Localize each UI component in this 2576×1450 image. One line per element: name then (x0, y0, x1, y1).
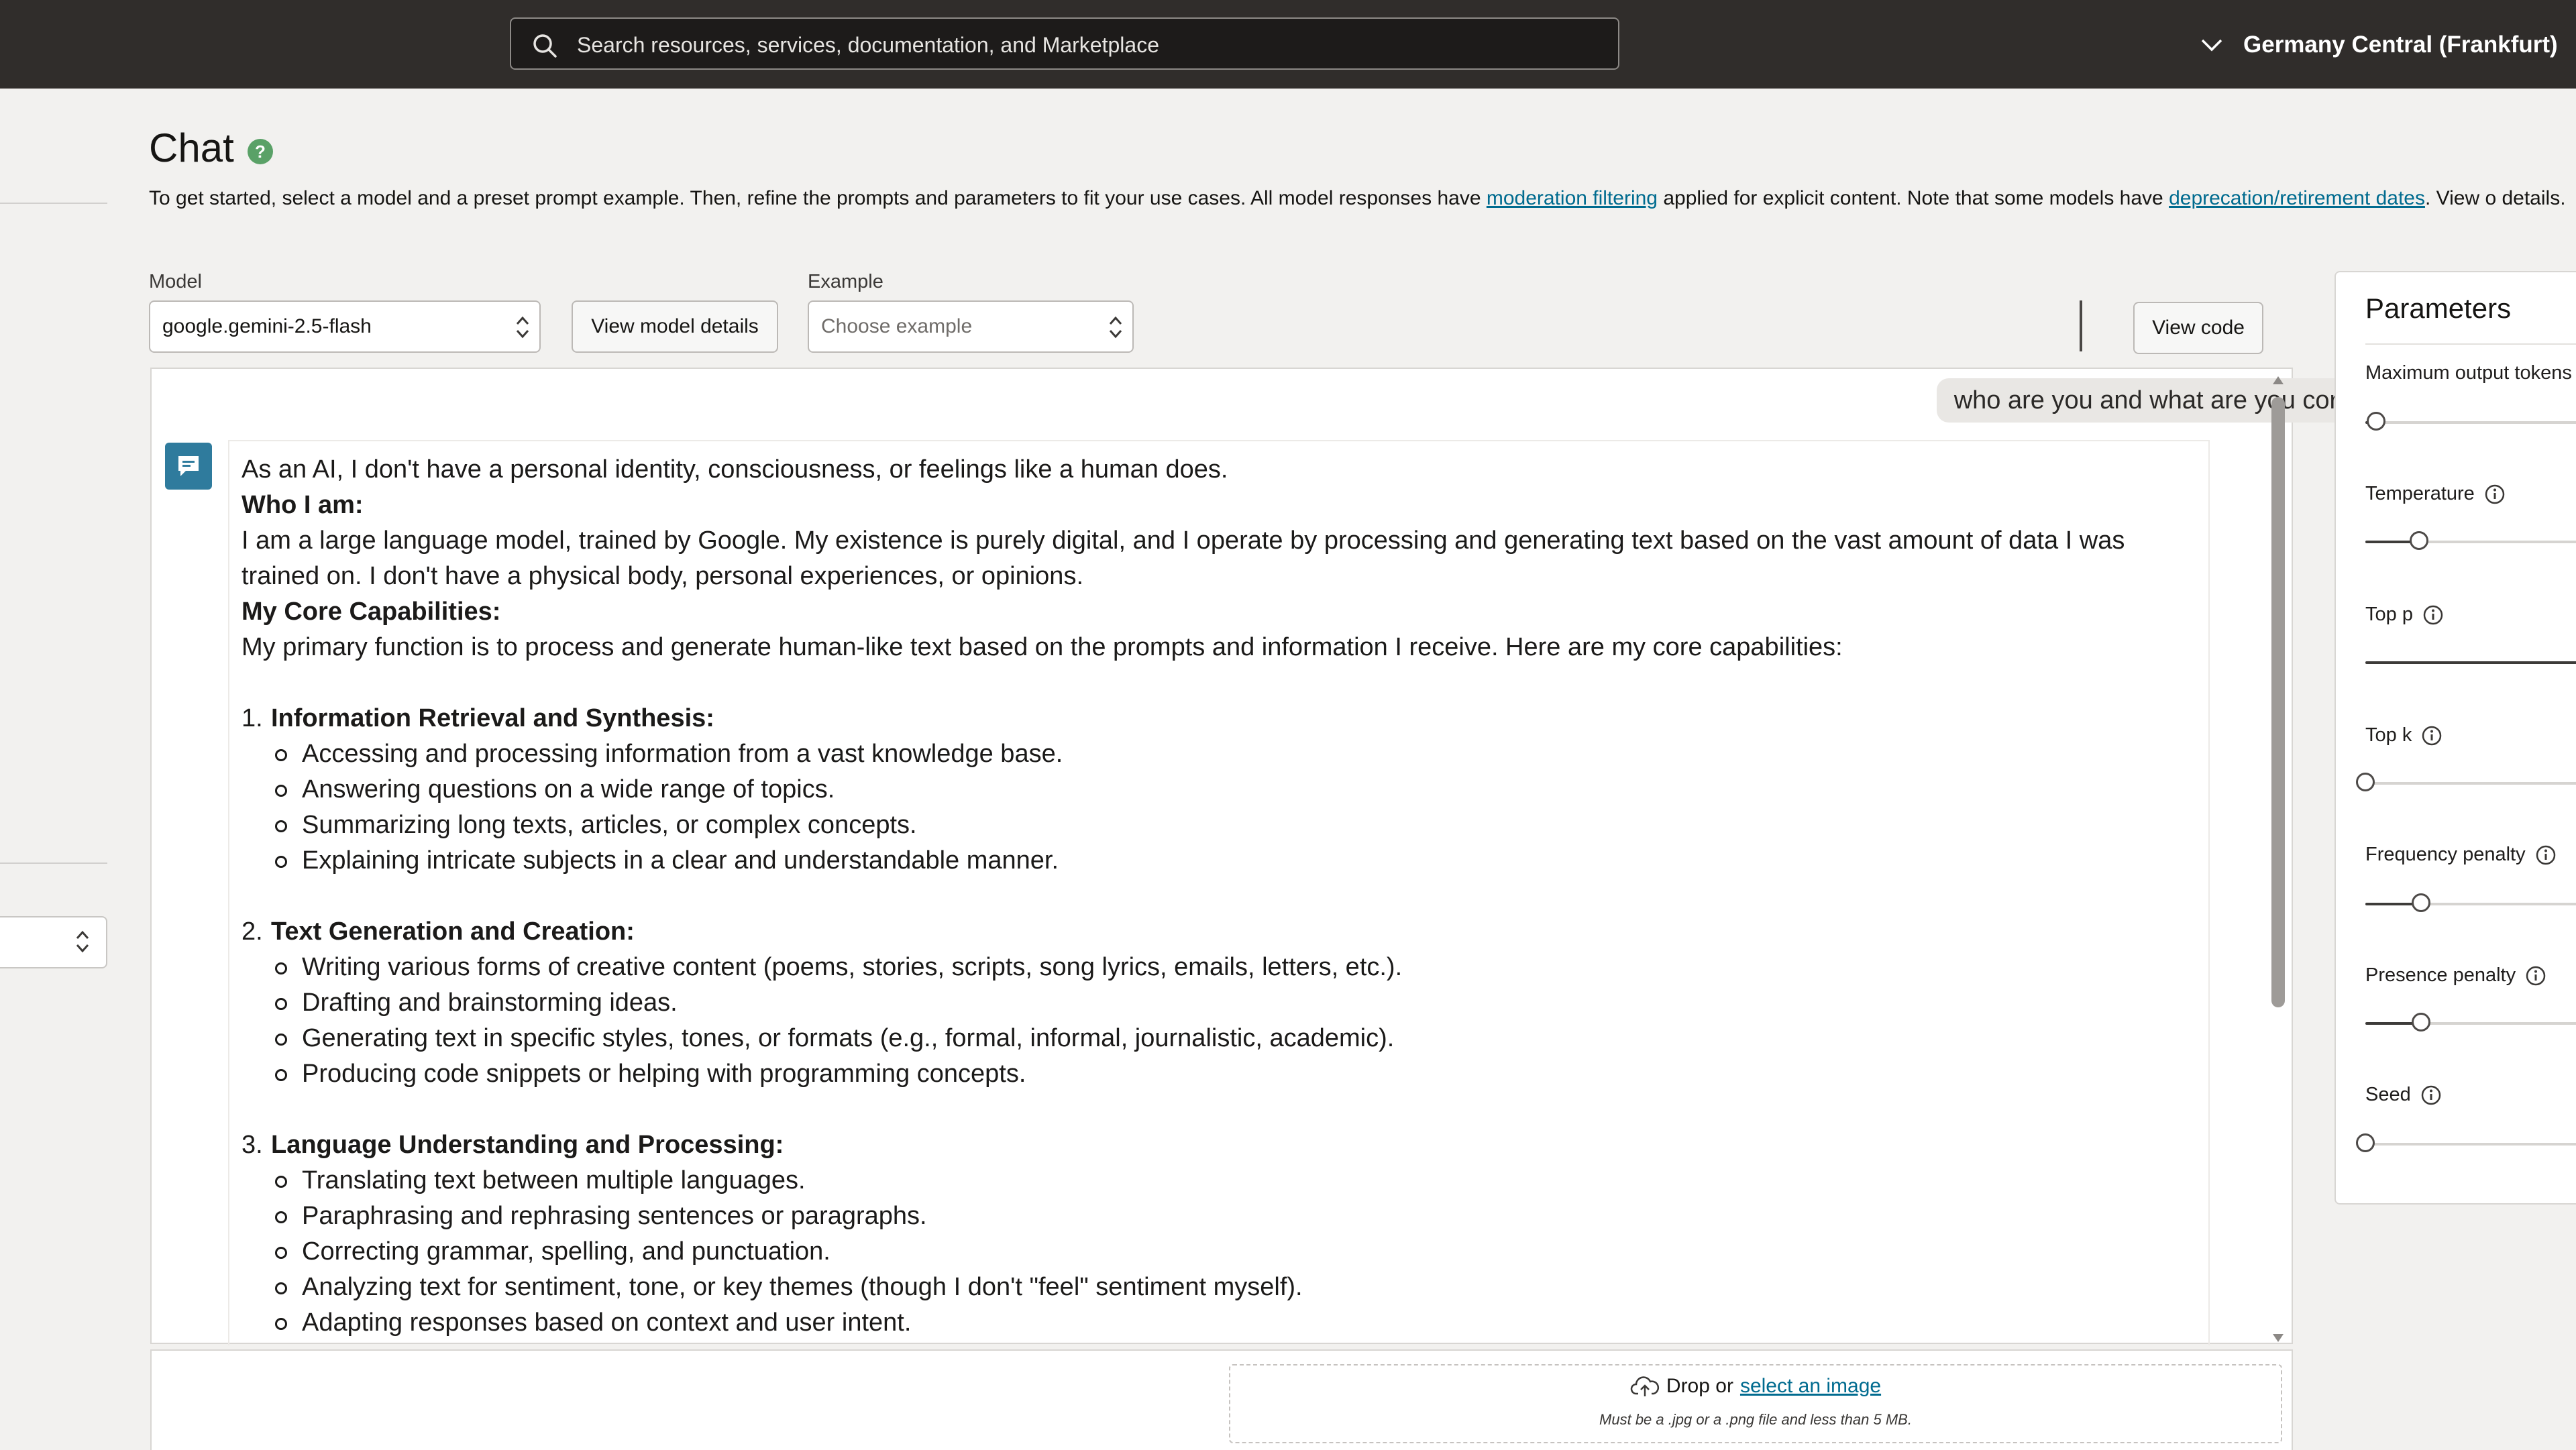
upload-note: Must be a .jpg or a .png file and less t… (1599, 1411, 1912, 1428)
info-icon[interactable] (2484, 484, 2506, 505)
param-label-presence-penalty: Presence penalty (2365, 964, 2546, 987)
slider-thumb[interactable] (2367, 412, 2385, 431)
cloud-upload-icon (1630, 1376, 1659, 1396)
search-input[interactable]: Search resources, services, documentatio… (510, 17, 1619, 70)
who-heading: Who I am: (241, 491, 364, 519)
list-item: Writing various forms of creative conten… (274, 950, 2196, 985)
scroll-down-arrow[interactable] (2271, 1332, 2285, 1344)
temperature-slider[interactable] (2365, 531, 2576, 550)
list-item: Analyzing text for sentiment, tone, or k… (274, 1270, 2196, 1305)
up-down-icon (1109, 316, 1122, 339)
model-value: google.gemini-2.5-flash (162, 315, 372, 337)
moderation-filtering-link[interactable]: moderation filtering (1487, 187, 1658, 209)
chat-bubble-icon (178, 456, 199, 476)
section-heading: 1. Information Retrieval and Synthesis: (241, 704, 714, 732)
section-heading: 2. Text Generation and Creation: (241, 917, 635, 946)
list-item: Accessing and processing information fro… (274, 736, 2196, 772)
presence-penalty-slider[interactable] (2365, 1013, 2576, 1031)
toolbar-divider (2080, 300, 2082, 351)
param-label-top-k: Top k (2365, 724, 2443, 746)
top-p-slider[interactable] (2365, 661, 2576, 664)
drop-text: Drop or (1666, 1375, 1733, 1397)
param-label-seed: Seed (2365, 1084, 2442, 1106)
model-select[interactable]: google.gemini-2.5-flash (149, 300, 541, 353)
list-item: Translating text between multiple langua… (274, 1163, 2196, 1198)
list-item: Explaining intricate subjects in a clear… (274, 843, 2196, 879)
region-selector[interactable]: Germany Central (Frankfurt) (2200, 28, 2558, 62)
info-icon[interactable] (2422, 604, 2444, 626)
slider-thumb[interactable] (2356, 1133, 2375, 1152)
response-intro: As an AI, I don't have a personal identi… (241, 455, 1228, 484)
who-text: I am a large language model, trained by … (241, 526, 2125, 590)
chevron-down-icon (2201, 39, 2222, 52)
model-label: Model (149, 271, 202, 292)
example-placeholder: Choose example (821, 315, 973, 337)
info-icon[interactable] (2420, 1084, 2442, 1106)
bullet-list: Accessing and processing information fro… (241, 736, 2196, 879)
deprecation-dates-link[interactable]: deprecation/retirement dates (2169, 187, 2425, 209)
left-rail-divider (0, 862, 107, 864)
bullet-list: Translating text between multiple langua… (241, 1163, 2196, 1341)
left-rail-divider (0, 203, 107, 204)
bullet-list: Writing various forms of creative conten… (241, 950, 2196, 1092)
info-icon[interactable] (2421, 725, 2443, 746)
intro-text: To get started, select a model and a pre… (149, 187, 2566, 209)
slider-thumb[interactable] (2356, 773, 2375, 791)
frequency-penalty-slider[interactable] (2365, 893, 2576, 912)
image-dropzone[interactable]: Drop or select an image Must be a .jpg o… (1229, 1364, 2282, 1443)
max-tokens-slider[interactable] (2365, 412, 2576, 431)
list-item: Drafting and brainstorming ideas. (274, 985, 2196, 1021)
slider-thumb[interactable] (2410, 531, 2428, 550)
core-heading: My Core Capabilities: (241, 598, 501, 626)
parameters-divider (2365, 343, 2576, 345)
parameters-title: Parameters (2365, 292, 2512, 324)
list-item: Summarizing long texts, articles, or com… (274, 807, 2196, 843)
list-item: Correcting grammar, spelling, and punctu… (274, 1234, 2196, 1270)
info-icon[interactable] (2535, 844, 2557, 866)
core-text: My primary function is to process and ge… (241, 633, 1843, 661)
select-image-link[interactable]: select an image (1740, 1375, 1881, 1398)
page-title: Chat (149, 125, 234, 170)
up-down-icon (76, 930, 89, 953)
param-label-temperature: Temperature (2365, 483, 2506, 505)
param-label-max-tokens: Maximum output tokens (2365, 362, 2572, 384)
list-item: Paraphrasing and rephrasing sentences or… (274, 1198, 2196, 1234)
seed-slider[interactable] (2356, 1133, 2576, 1152)
svg-text:?: ? (255, 142, 266, 162)
list-item: Adapting responses based on context and … (274, 1305, 2196, 1341)
assistant-response: As an AI, I don't have a personal identi… (228, 440, 2210, 1345)
search-placeholder: Search resources, services, documentatio… (577, 33, 1159, 57)
param-label-frequency-penalty: Frequency penalty (2365, 844, 2557, 866)
list-item: Generating text in specific styles, tone… (274, 1021, 2196, 1056)
help-icon[interactable]: ? (247, 138, 274, 165)
param-label-top-p: Top p (2365, 604, 2444, 626)
view-model-details-button[interactable]: View model details (572, 300, 778, 353)
top-bar: Search resources, services, documentatio… (0, 0, 2576, 89)
slider-thumb[interactable] (2412, 1013, 2431, 1031)
example-select[interactable]: Choose example (808, 300, 1134, 353)
section-heading: 3. Language Understanding and Processing: (241, 1131, 784, 1159)
list-item: Producing code snippets or helping with … (274, 1056, 2196, 1092)
bot-avatar (165, 443, 212, 490)
slider-thumb[interactable] (2412, 893, 2431, 912)
list-item: Answering questions on a wide range of t… (274, 772, 2196, 807)
top-k-slider[interactable] (2356, 773, 2576, 791)
up-down-icon (516, 316, 529, 339)
chat-scrollbar-thumb[interactable] (2271, 397, 2285, 1007)
scroll-up-arrow[interactable] (2271, 374, 2285, 386)
region-label: Germany Central (Frankfurt) (2243, 32, 2558, 58)
view-code-button[interactable]: View code (2133, 302, 2263, 354)
left-rail-select[interactable] (0, 916, 107, 968)
example-label: Example (808, 271, 883, 292)
search-icon (533, 34, 557, 58)
info-icon[interactable] (2525, 965, 2546, 987)
